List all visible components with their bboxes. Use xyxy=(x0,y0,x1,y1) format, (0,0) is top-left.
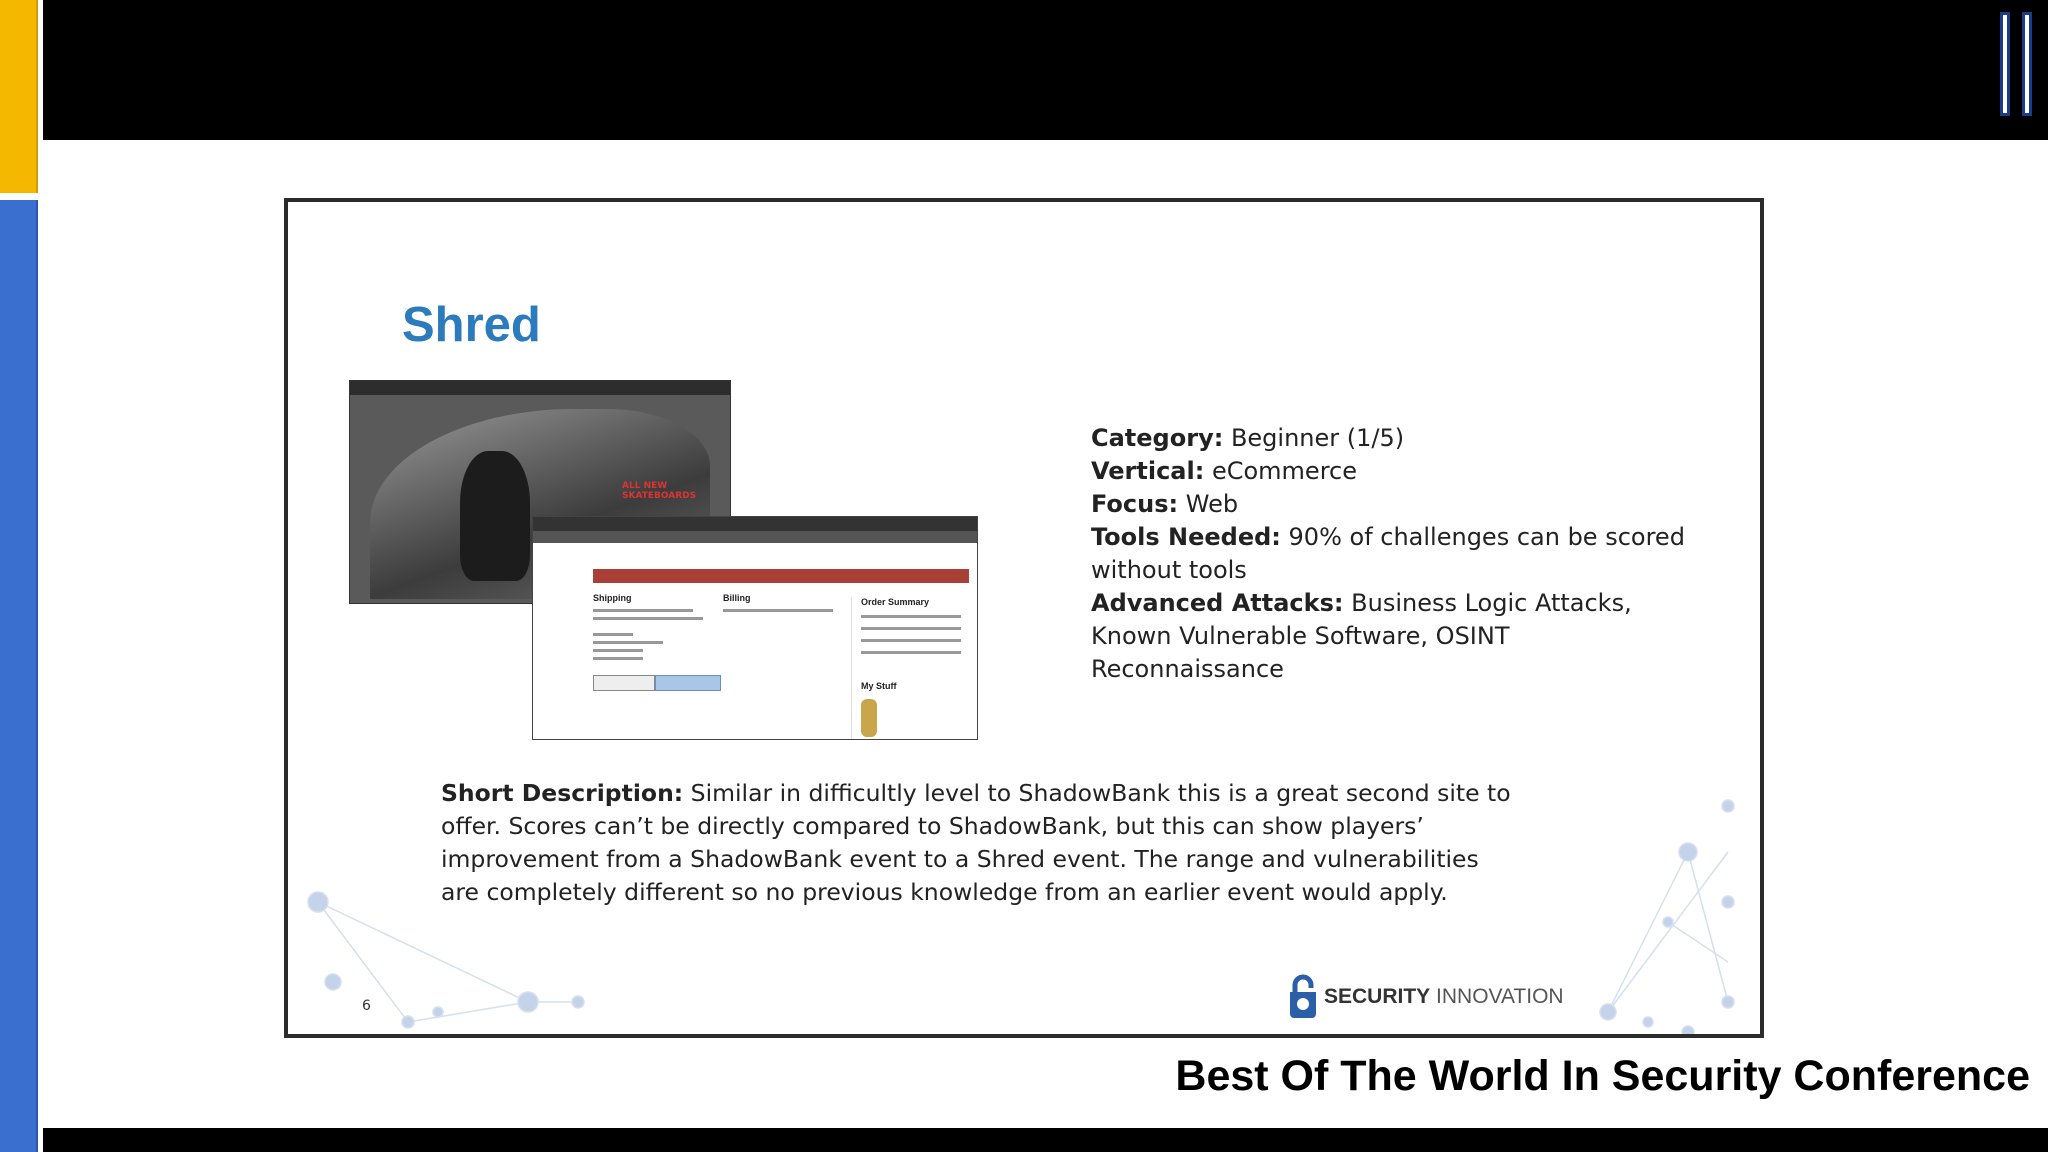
challenge-info: Category: Beginner (1/5) Vertical: eComm… xyxy=(1091,422,1691,686)
left-accent-yellow xyxy=(0,0,38,193)
info-focus: Focus: Web xyxy=(1091,490,1239,518)
pause-icon[interactable] xyxy=(2000,12,2036,116)
slide: Shred ALL NEW SKATEBOARDS Shipping Billi… xyxy=(284,198,1764,1038)
screenshot-place-order-button xyxy=(655,675,721,691)
conference-title: Best Of The World In Security Conference xyxy=(1175,1052,2030,1100)
short-description-label: Short Description: xyxy=(441,779,684,807)
lock-icon xyxy=(1290,974,1316,1018)
page-number: 6 xyxy=(362,998,371,1014)
short-description: Short Description: Similar in difficultl… xyxy=(441,777,1521,909)
bottom-bar xyxy=(43,1128,2048,1152)
info-tools: Tools Needed: 90% of challenges can be s… xyxy=(1091,523,1685,584)
left-accent-blue xyxy=(0,200,38,1152)
top-bar xyxy=(43,0,2048,140)
slide-title: Shred xyxy=(402,298,541,352)
screenshot-promo-text: ALL NEW SKATEBOARDS xyxy=(622,481,697,501)
screenshot-my-stuff-label: My Stuff xyxy=(861,681,897,691)
info-category: Category: Beginner (1/5) xyxy=(1091,424,1405,452)
screenshot-billing-label: Billing xyxy=(723,593,751,603)
shred-checkout-screenshot: Shipping Billing Order Summary My Stuff xyxy=(532,516,978,740)
screenshot-shipping-label: Shipping xyxy=(593,593,632,603)
info-attacks: Advanced Attacks: Business Logic Attacks… xyxy=(1091,589,1632,683)
screenshot-edit-order-button xyxy=(593,675,655,691)
info-vertical: Vertical: eCommerce xyxy=(1091,457,1357,485)
security-innovation-logo: SECURITY INNOVATION xyxy=(1286,974,1564,1020)
